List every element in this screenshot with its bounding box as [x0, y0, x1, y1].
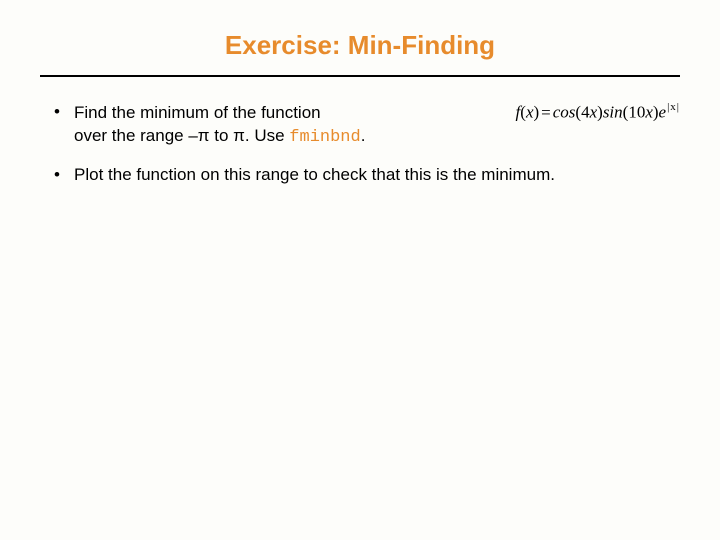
- code-text: fminbnd: [289, 128, 360, 147]
- bullet-text: Plot the function on this range to check…: [74, 165, 555, 184]
- abs-bar: |: [676, 101, 680, 113]
- title-divider: [40, 75, 680, 77]
- slide: Exercise: Min-Finding Find the minimum o…: [0, 0, 720, 540]
- formula-var: x: [590, 103, 598, 122]
- formula-e: e: [659, 103, 667, 122]
- slide-title: Exercise: Min-Finding: [40, 20, 680, 75]
- equals: =: [539, 103, 553, 122]
- bullet-text: over the range –π to π. Use: [74, 126, 289, 145]
- formula-var: x: [670, 101, 676, 113]
- formula-var: x: [645, 103, 653, 122]
- bullet-text: Find the minimum of the function: [74, 102, 321, 125]
- bullet-line: Find the minimum of the function f(x)=co…: [74, 101, 680, 125]
- bullet-item: Plot the function on this range to check…: [50, 164, 680, 187]
- formula-sin: sin: [603, 103, 623, 122]
- formula-num: 4: [581, 103, 590, 122]
- formula-cos: cos: [553, 103, 576, 122]
- bullet-item: Find the minimum of the function f(x)=co…: [50, 101, 680, 150]
- math-formula: f(x)=cos(4x)sin(10x)e|x|: [516, 101, 680, 125]
- formula-exponent: |x|: [666, 101, 680, 113]
- bullet-text: .: [361, 126, 366, 145]
- formula-num: 10: [628, 103, 645, 122]
- bullet-line: over the range –π to π. Use fminbnd.: [74, 125, 680, 150]
- bullet-list: Find the minimum of the function f(x)=co…: [40, 101, 680, 186]
